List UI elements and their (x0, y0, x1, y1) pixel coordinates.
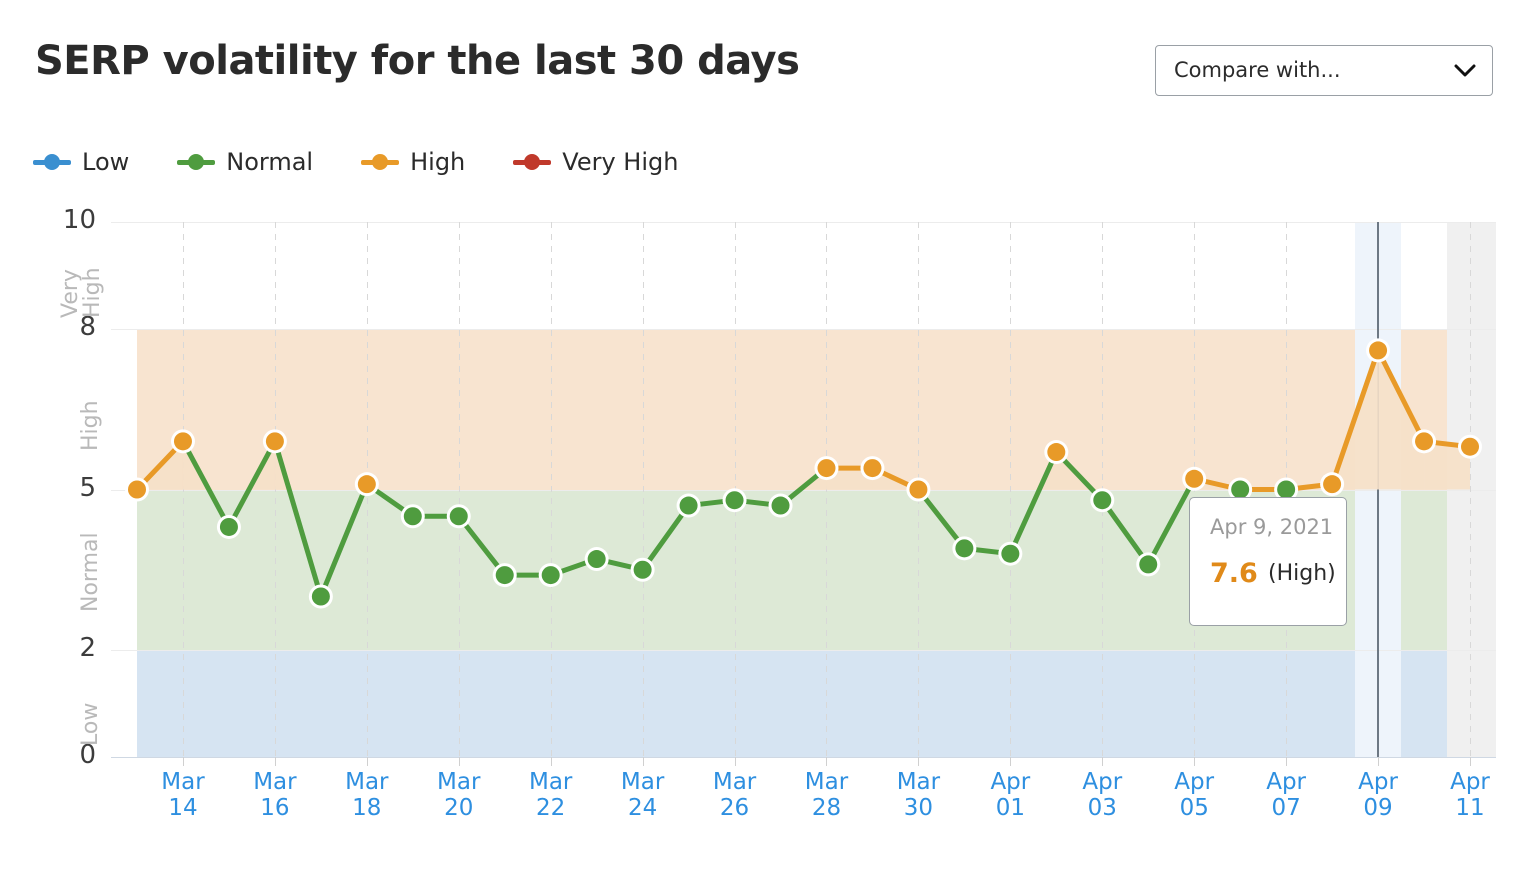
tooltip-value: 7.6 (1210, 558, 1258, 589)
serp-volatility-widget: SERP volatility for the last 30 days Com… (0, 0, 1534, 872)
data-point[interactable] (265, 432, 284, 451)
legend-marker-icon (33, 153, 71, 171)
legend-marker-icon (177, 153, 216, 171)
data-point[interactable] (771, 496, 790, 515)
data-point[interactable] (1047, 443, 1066, 462)
data-point[interactable] (1139, 555, 1158, 574)
data-point[interactable] (633, 560, 652, 579)
chart-legend: Low Normal High Very High (33, 148, 726, 184)
data-point[interactable] (1185, 469, 1204, 488)
data-point[interactable] (495, 566, 514, 585)
legend-marker-icon (513, 153, 552, 171)
data-point[interactable] (1093, 491, 1112, 510)
data-point[interactable] (725, 491, 744, 510)
data-point[interactable] (403, 507, 422, 526)
data-point[interactable] (1415, 432, 1434, 451)
tooltip-state: (High) (1268, 561, 1336, 586)
legend-item-label: Very High (562, 148, 679, 176)
legend-item-very-high[interactable]: Very High (513, 148, 678, 176)
data-point[interactable] (909, 480, 928, 499)
widget-header: SERP volatility for the last 30 days Com… (0, 0, 1534, 120)
data-point[interactable] (128, 480, 146, 499)
data-point[interactable] (1277, 480, 1296, 499)
legend-item-label: Low (82, 148, 130, 176)
data-point[interactable] (955, 539, 974, 558)
legend-item-normal[interactable]: Normal (177, 148, 313, 176)
data-point[interactable] (173, 432, 192, 451)
legend-item-label: High (410, 148, 466, 176)
data-point[interactable] (1001, 544, 1020, 563)
legend-marker-icon (361, 153, 400, 171)
legend-item-low[interactable]: Low (33, 148, 129, 176)
compare-with-label: Compare with... (1174, 58, 1341, 82)
high-area-fill (137, 350, 1470, 490)
tooltip-date: Apr 9, 2021 (1210, 515, 1334, 539)
chart-tooltip: Apr 9, 2021 7.6 (High) (1189, 497, 1347, 626)
data-point[interactable] (1461, 437, 1479, 456)
compare-with-dropdown[interactable]: Compare with... (1155, 45, 1493, 96)
data-point[interactable] (587, 550, 606, 569)
data-point[interactable] (863, 459, 882, 478)
data-point[interactable] (449, 507, 468, 526)
data-point[interactable] (541, 566, 560, 585)
volatility-chart: 0 2 5 8 10 Low Normal High Very High Mar 14 Mar 16 Mar… (0, 200, 1534, 872)
data-point[interactable] (1231, 480, 1250, 499)
data-point[interactable] (1369, 341, 1388, 360)
legend-item-high[interactable]: High (361, 148, 465, 176)
legend-item-label: Normal (226, 148, 314, 176)
page-title: SERP volatility for the last 30 days (35, 38, 800, 84)
data-point[interactable] (219, 517, 238, 536)
data-point[interactable] (357, 475, 376, 494)
data-point[interactable] (679, 496, 698, 515)
data-point[interactable] (817, 459, 836, 478)
chevron-down-icon (1454, 62, 1476, 80)
data-point[interactable] (1323, 475, 1342, 494)
data-point[interactable] (311, 587, 330, 606)
